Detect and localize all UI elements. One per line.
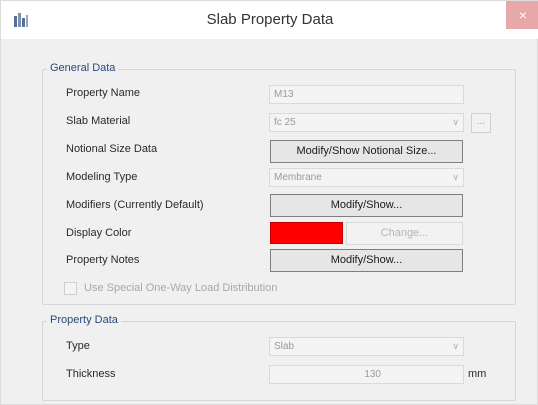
property-name-field[interactable]: M13 xyxy=(269,85,464,104)
title-bar[interactable]: Slab Property Data × xyxy=(1,1,538,39)
display-color-label: Display Color xyxy=(66,227,132,239)
one-way-load-checkbox[interactable] xyxy=(64,282,77,295)
display-color-swatch xyxy=(270,222,343,244)
chevron-down-icon: ∨ xyxy=(452,341,459,351)
window-title: Slab Property Data xyxy=(206,11,334,28)
thickness-unit: mm xyxy=(468,368,487,380)
material-browse-button[interactable]: ... xyxy=(471,113,491,133)
modifiers-label: Modifiers (Currently Default) xyxy=(66,199,204,211)
property-notes-button[interactable]: Modify/Show... xyxy=(270,249,463,272)
type-label: Type xyxy=(66,340,90,352)
type-value: Slab xyxy=(274,341,295,352)
close-icon: × xyxy=(518,7,528,23)
slab-material-select[interactable]: fc 25 ∨ xyxy=(269,113,464,132)
general-data-title: General Data xyxy=(47,62,119,74)
modifiers-button[interactable]: Modify/Show... xyxy=(270,194,463,217)
notional-size-button[interactable]: Modify/Show Notional Size... xyxy=(270,140,463,163)
slab-property-dialog: Slab Property Data × General Data Proper… xyxy=(0,0,538,405)
type-select[interactable]: Slab ∨ xyxy=(269,337,464,356)
modeling-type-label: Modeling Type xyxy=(66,171,138,183)
thickness-value: 130 xyxy=(364,369,381,380)
thickness-field[interactable]: 130 xyxy=(269,365,464,384)
property-name-label: Property Name xyxy=(66,87,140,99)
thickness-label: Thickness xyxy=(66,368,116,380)
property-notes-label: Property Notes xyxy=(66,254,140,266)
slab-material-label: Slab Material xyxy=(66,115,131,127)
modeling-type-value: Membrane xyxy=(274,172,322,183)
close-button[interactable]: × xyxy=(506,1,538,29)
property-data-group xyxy=(42,321,516,401)
slab-material-value: fc 25 xyxy=(274,117,296,128)
modeling-type-select[interactable]: Membrane ∨ xyxy=(269,168,464,187)
chevron-down-icon: ∨ xyxy=(452,172,459,182)
change-color-button[interactable]: Change... xyxy=(346,222,463,245)
notional-size-label: Notional Size Data xyxy=(66,143,158,155)
one-way-load-label: Use Special One-Way Load Distribution xyxy=(84,282,278,294)
chevron-down-icon: ∨ xyxy=(452,117,459,127)
property-data-title: Property Data xyxy=(47,314,121,326)
